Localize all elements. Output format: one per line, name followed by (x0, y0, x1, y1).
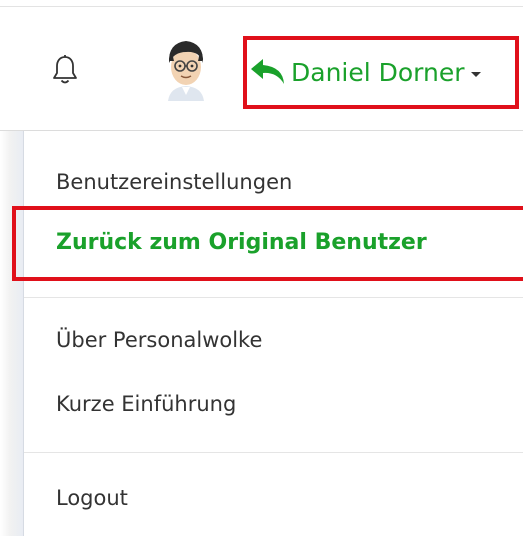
caret-down-icon (470, 71, 481, 77)
bell-icon[interactable] (52, 54, 78, 86)
menu-divider (24, 297, 523, 298)
menu-item-user-settings[interactable]: Benutzereinstellungen (56, 170, 292, 194)
undo-arrow-icon (251, 59, 284, 84)
menu-item-about[interactable]: Über Personalwolke (56, 328, 262, 352)
avatar[interactable] (160, 37, 212, 101)
top-border (0, 6, 523, 7)
menu-item-logout[interactable]: Logout (56, 486, 128, 510)
user-menu-toggle[interactable]: Daniel Dorner (249, 44, 481, 100)
page: Daniel Dorner Benutzereinstellungen Zurü… (0, 0, 523, 536)
dropdown-shadow (0, 131, 24, 536)
dropdown-edge (23, 131, 24, 536)
menu-item-back-to-original-user[interactable]: Zurück zum Original Benutzer (56, 230, 427, 255)
user-name: Daniel Dorner (291, 57, 465, 87)
menu-item-quick-intro[interactable]: Kurze Einführung (56, 392, 236, 416)
menu-divider (24, 452, 523, 453)
